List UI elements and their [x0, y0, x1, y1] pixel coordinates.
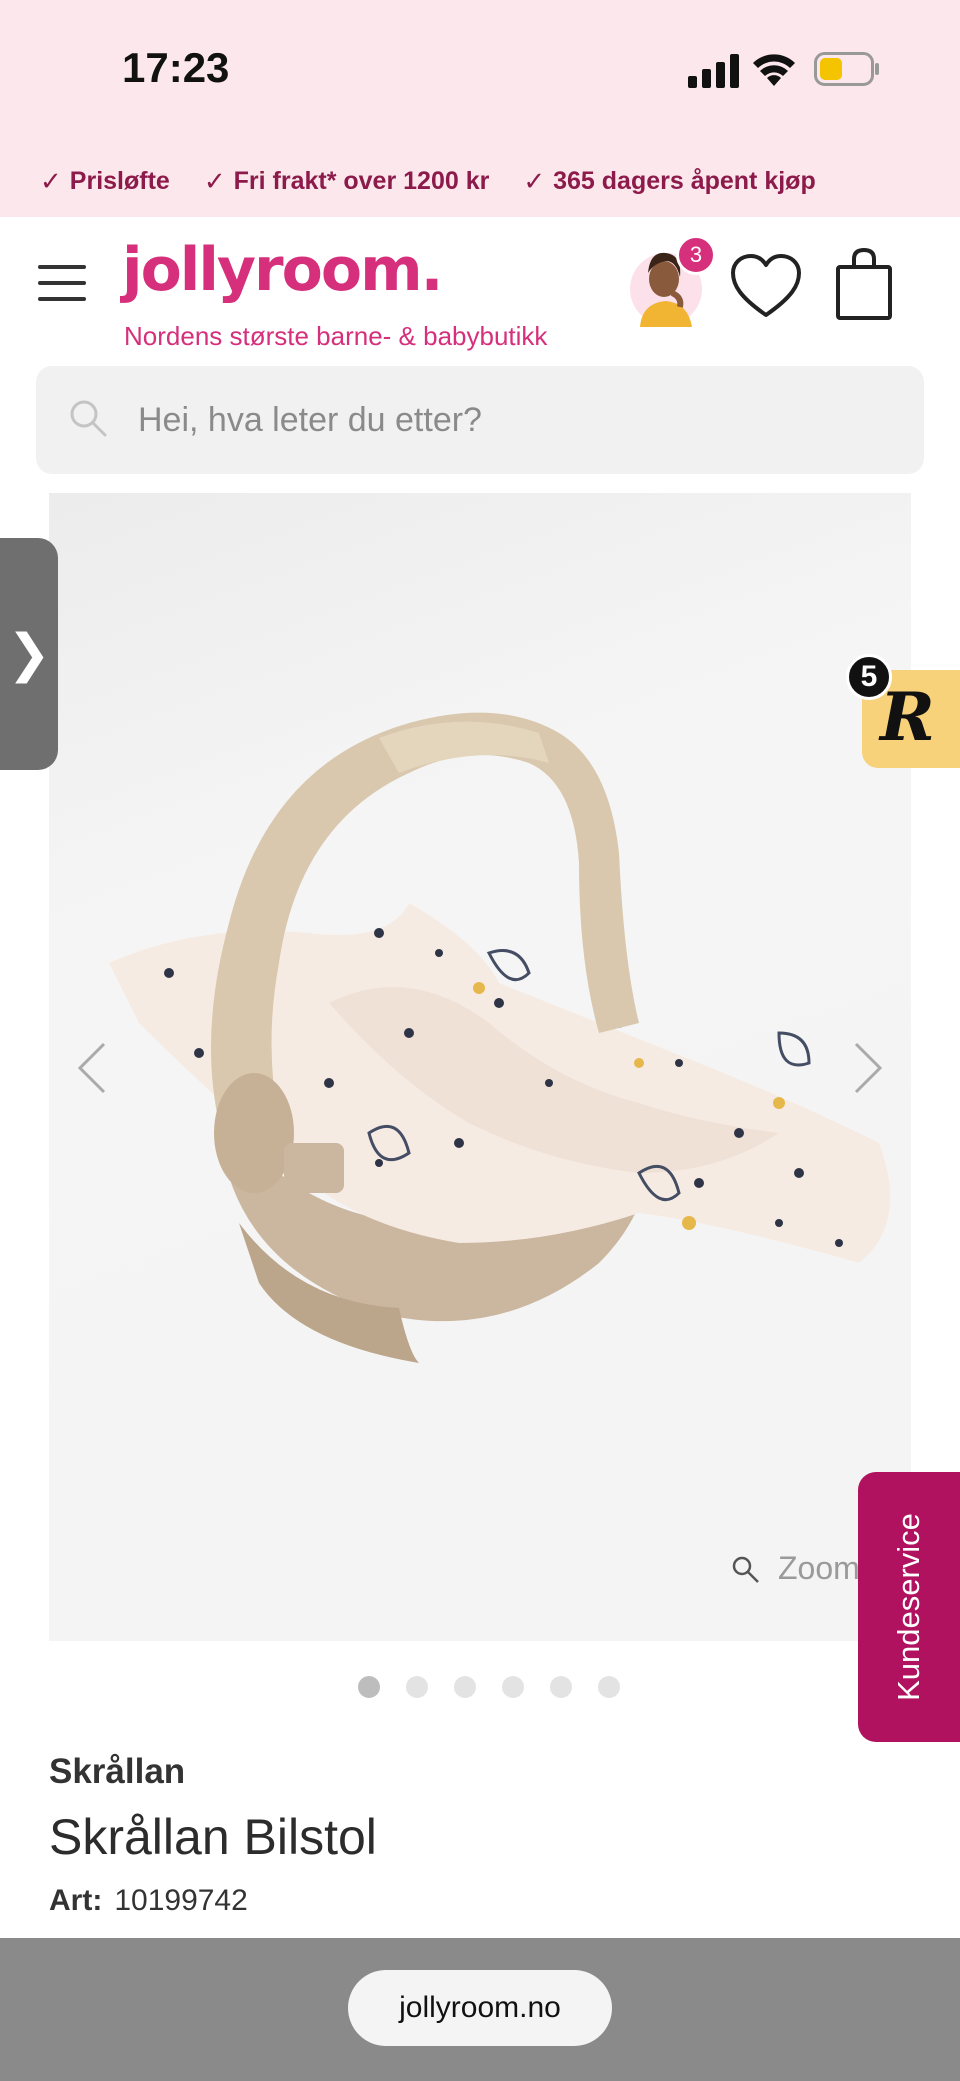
usp-label: 365 dagers åpent kjøp: [553, 166, 816, 195]
site-tagline: Nordens største barne- & babybutikk: [124, 321, 548, 351]
search-icon: [70, 400, 107, 437]
side-drawer-toggle[interactable]: ❯: [0, 538, 58, 770]
menu-icon[interactable]: [38, 265, 86, 301]
search-input[interactable]: [138, 390, 878, 450]
site-header: jollyroom. Nordens største barne- & baby…: [0, 217, 960, 365]
checkmark-icon: ✓: [523, 165, 546, 196]
usp-item-free-shipping: ✓ Fri frakt* over 1200 kr: [204, 166, 490, 197]
usp-item-open-purchase: ✓ 365 dagers åpent kjøp: [523, 166, 815, 197]
article-label: Art:: [49, 1884, 103, 1917]
next-image-arrow-icon[interactable]: [848, 1040, 888, 1096]
pagination-dot-active[interactable]: [358, 1676, 380, 1698]
pagination-dot[interactable]: [550, 1676, 572, 1698]
status-bar: 17:23: [0, 0, 960, 145]
customer-service-tab[interactable]: Kundeservice: [858, 1472, 960, 1742]
rewards-count-badge: 5: [846, 654, 892, 700]
zoom-label: Zoom: [778, 1550, 860, 1586]
battery-icon: [814, 52, 879, 86]
search-bar[interactable]: [36, 366, 924, 474]
cellular-signal-icon: [688, 54, 739, 88]
product-title: Skrållan Bilstol: [49, 1809, 377, 1865]
rewards-r-icon: R: [880, 678, 935, 756]
chevron-right-icon: ❯: [7, 625, 51, 683]
usp-label: Fri frakt* over 1200 kr: [233, 166, 490, 195]
address-bar[interactable]: jollyroom.no: [348, 1970, 612, 2046]
pagination-dot[interactable]: [454, 1676, 476, 1698]
article-number: Art: 10199742: [49, 1884, 248, 1918]
assistant-badge: 3: [676, 235, 716, 275]
wifi-icon: [753, 54, 795, 86]
pagination-dot[interactable]: [598, 1676, 620, 1698]
previous-image-arrow-icon[interactable]: [72, 1040, 112, 1096]
site-logo[interactable]: jollyroom.: [122, 235, 443, 305]
product-image-car-seat: [109, 712, 891, 1363]
pagination-dot[interactable]: [502, 1676, 524, 1698]
magnifier-icon: [732, 1556, 759, 1583]
usp-bar: ✓ Prisløfte ✓ Fri frakt* over 1200 kr ✓ …: [0, 145, 960, 217]
usp-item-price-promise: ✓ Prisløfte: [40, 166, 170, 197]
customer-service-label: Kundeservice: [891, 1513, 926, 1701]
heart-icon[interactable]: [730, 253, 802, 319]
checkmark-icon: ✓: [203, 165, 226, 196]
checkmark-icon: ✓: [40, 165, 62, 196]
usp-label: Prisløfte: [69, 166, 170, 195]
product-brand[interactable]: Skrållan: [49, 1752, 185, 1792]
shopping-bag-icon[interactable]: [834, 247, 894, 321]
browser-bottom-bar: jollyroom.no: [0, 1938, 960, 2081]
article-value: 10199742: [114, 1884, 248, 1917]
status-time: 17:23: [122, 44, 230, 91]
product-image-gallery[interactable]: [49, 493, 911, 1641]
zoom-control[interactable]: Zoom: [730, 1550, 860, 1587]
pagination-dot[interactable]: [406, 1676, 428, 1698]
gallery-pagination: [358, 1676, 620, 1698]
